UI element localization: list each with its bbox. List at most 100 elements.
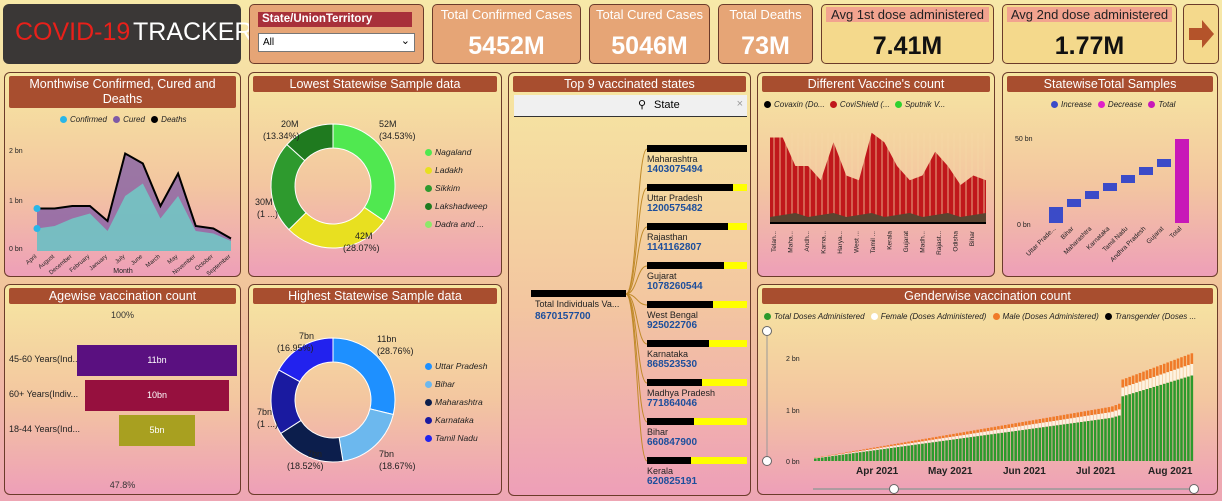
x-tick: Odisha (953, 231, 960, 252)
male-bar (1035, 419, 1038, 424)
female-bar (986, 431, 990, 435)
male-bar (1190, 353, 1194, 364)
male-bar (903, 442, 907, 445)
female-bar (1166, 372, 1169, 383)
total-bar (1138, 391, 1142, 461)
total-bar (990, 434, 993, 461)
slice-label: 20M (281, 119, 299, 129)
connector-line (625, 293, 648, 423)
legend-swatch (1148, 101, 1156, 109)
total-bar (1090, 420, 1093, 461)
legend-item: Bihar (425, 375, 487, 393)
male-bar (934, 436, 938, 440)
state-node[interactable]: Maharashtra 1403075494 (647, 145, 747, 175)
x-tick: Tamil ... (870, 231, 877, 254)
next-page-button[interactable] (1183, 4, 1219, 64)
total-bar (1004, 432, 1007, 461)
slice-label: 7bn (307, 449, 322, 459)
female-bar (910, 443, 914, 446)
legend-female: Female (Doses Administered) (880, 312, 987, 321)
state-node[interactable]: Uttar Pradesh 1200575482 (647, 184, 747, 214)
slicer-dropdown[interactable]: All ⌄ (258, 33, 415, 52)
horizontal-slider-handle-right[interactable] (1189, 484, 1199, 494)
male-bar (1021, 421, 1024, 426)
male-bar (1100, 408, 1104, 414)
female-bar (1187, 365, 1190, 377)
male-bar (907, 441, 910, 444)
legend-swatch (425, 185, 432, 193)
female-bar (824, 456, 827, 457)
samples-legend: Increase Decrease Total (1051, 100, 1175, 109)
state-bar-fill (647, 262, 724, 269)
male-bar (1159, 365, 1163, 375)
legend-label: Bihar (435, 379, 455, 389)
state-node[interactable]: Madhya Pradesh 771864046 (647, 379, 747, 409)
total-bar (1114, 416, 1118, 461)
total-bar (824, 456, 827, 461)
male-bar (1086, 410, 1090, 416)
female-bar (1180, 367, 1183, 379)
y-tick: 50 bn (1015, 136, 1033, 143)
funnel-bar[interactable]: 10bn (85, 380, 229, 411)
legend-swatch (764, 313, 771, 321)
female-bar (886, 446, 890, 449)
male-bar (1097, 408, 1100, 415)
state-node[interactable]: Bihar 660847900 (647, 418, 747, 448)
state-node[interactable]: Rajasthan 1141162807 (647, 223, 747, 253)
male-bar (1152, 367, 1156, 377)
legend-swatch (113, 116, 121, 124)
female-bar (972, 433, 976, 437)
total-bar (955, 439, 959, 461)
funnel-bar[interactable]: 5bn (118, 415, 196, 446)
female-bar (1062, 419, 1066, 425)
total-bar (820, 457, 824, 461)
male-bar (824, 455, 827, 457)
state-bar-fill (647, 184, 733, 191)
female-bar (834, 454, 838, 456)
male-bar (1062, 414, 1066, 420)
total-bar (1159, 384, 1163, 461)
female-bar (945, 437, 948, 441)
state-bar-fill (647, 223, 728, 230)
state-node[interactable]: Kerala 620825191 (647, 457, 747, 487)
total-bar (872, 450, 876, 461)
male-bar (1169, 361, 1173, 372)
legend-sputnik: Sputnik V... (904, 100, 946, 109)
male-bar (1166, 362, 1169, 373)
total-bar (1149, 387, 1152, 461)
legend-covishield: CoviShield (... (839, 100, 890, 109)
funnel-bar[interactable]: 11bn (77, 345, 237, 376)
female-bar (1135, 382, 1138, 393)
funnel-bar-value: 10bn (146, 390, 168, 400)
total-bar (1066, 423, 1069, 461)
legend-item: Ladakh (425, 161, 487, 179)
male-bar (1183, 355, 1187, 367)
x-tick: West ... (854, 231, 861, 253)
legend-transgender: Transgender (Doses ... (1114, 312, 1197, 321)
vertical-slider-handle-top[interactable] (762, 326, 772, 336)
y-tick: 0 bn (1017, 222, 1031, 229)
x-tick: Total (1169, 225, 1184, 240)
total-bar (959, 438, 962, 461)
state-node[interactable]: Karnataka 868523530 (647, 340, 747, 370)
vertical-slider-handle-bottom[interactable] (762, 456, 772, 466)
total-bar (1190, 375, 1194, 461)
total-bar (1021, 430, 1024, 461)
title-banner: COVID-19 TRACKER (3, 4, 252, 64)
female-bar (872, 448, 876, 451)
female-bar (1159, 374, 1163, 385)
horizontal-slider-handle-left[interactable] (889, 484, 899, 494)
state-node[interactable]: West Bengal 925022706 (647, 301, 747, 331)
state-name: Rajasthan (647, 232, 688, 242)
legend-total: Total Doses Administered (774, 312, 865, 321)
state-node[interactable]: Gujarat 1078260544 (647, 262, 747, 292)
state-bar-fill (647, 145, 747, 152)
legend-swatch (829, 101, 837, 109)
male-bar (1017, 422, 1021, 427)
slice-label: 30M (255, 197, 273, 207)
samples-waterfall-chart: 50 bn 0 bn Uttar Prade... BiharMaharashtr… (1015, 136, 1189, 264)
total-bar (1176, 379, 1180, 461)
female-bar (962, 434, 966, 439)
x-tick: January (89, 254, 109, 272)
legend-label: Uttar Pradesh (435, 361, 488, 371)
